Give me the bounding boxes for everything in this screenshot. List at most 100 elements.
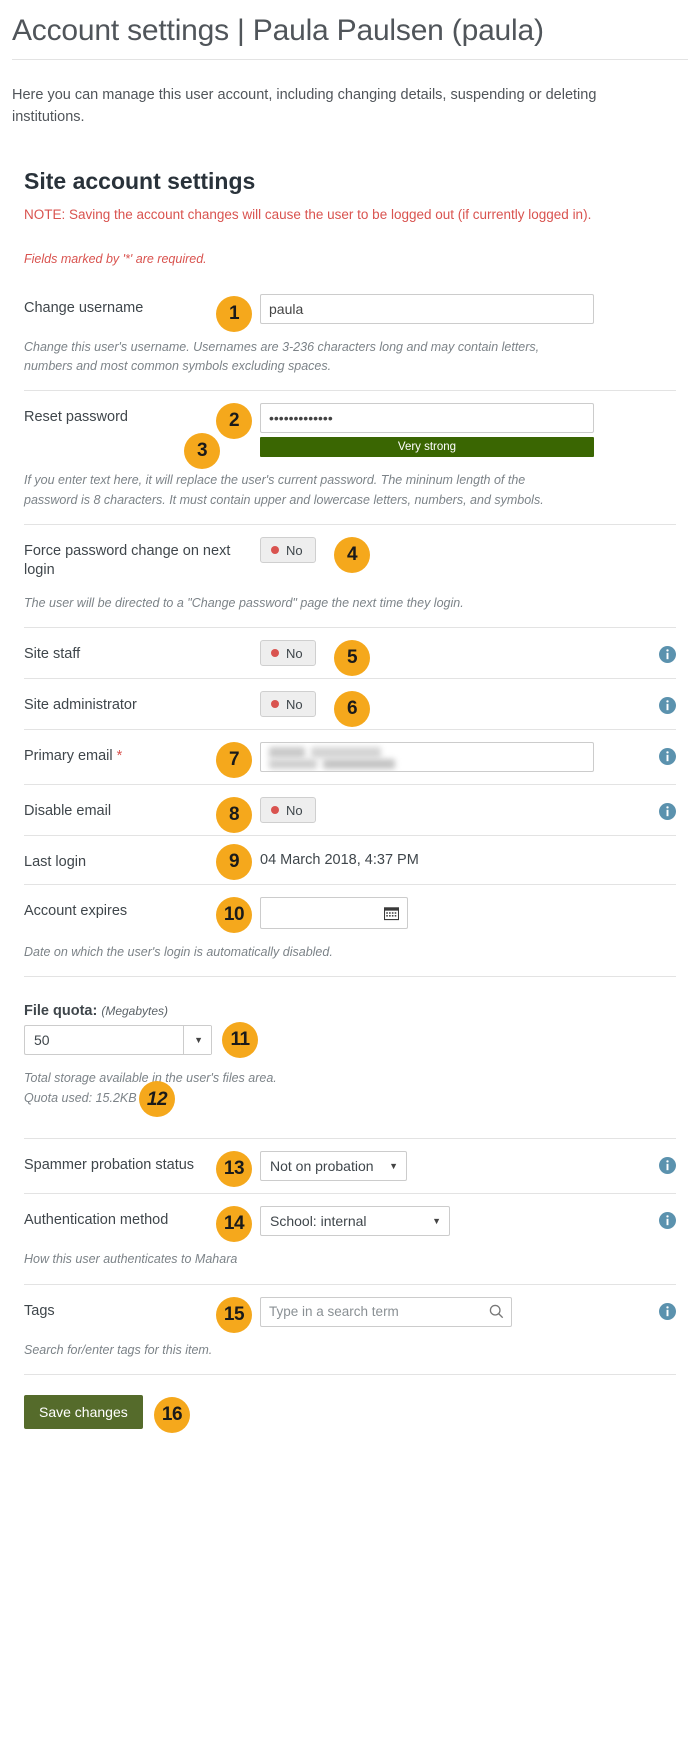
help-authentication-method: How this user authenticates to Mahara [24, 1252, 238, 1267]
row-spammer-probation: Spammer probation status 13 Not on proba… [24, 1138, 676, 1193]
row-file-quota: File quota: (Megabytes) 50 ▼ 11 Total st… [24, 976, 676, 1118]
info-icon[interactable] [659, 803, 676, 821]
help-change-username: Change this user's username. Usernames a… [24, 339, 540, 374]
logout-warning-note: NOTE: Saving the account changes will ca… [24, 207, 592, 223]
redaction-block [269, 759, 317, 770]
help-account-expires: Date on which the user's login is automa… [24, 945, 333, 960]
file-quota-units: (Megabytes) [101, 1004, 169, 1019]
site-account-settings-form: Site account settings NOTE: Saving the a… [24, 168, 676, 1455]
force-password-change-toggle[interactable]: No [260, 537, 316, 564]
control-reset-password: 2 3 Very strong [184, 403, 676, 470]
callout-badge-14: 14 [216, 1206, 252, 1243]
last-login-value: 04 March 2018, 4:37 PM [260, 852, 419, 869]
section-title: Site account settings [24, 168, 256, 195]
tags-search-input[interactable] [260, 1296, 512, 1327]
password-input[interactable] [260, 403, 594, 434]
control-spammer-probation: 13 Not on probation ▼ [216, 1151, 676, 1188]
authentication-method-value: School: internal [270, 1213, 367, 1230]
callout-badge-10: 10 [216, 897, 252, 934]
control-account-expires: 10 [216, 897, 676, 934]
authentication-method-select[interactable]: School: internal ▼ [260, 1206, 450, 1237]
row-account-expires: Account expires 10 [24, 884, 676, 941]
status-dot-icon [271, 700, 279, 709]
calendar-icon[interactable] [383, 905, 400, 921]
callout-badge-16: 16 [154, 1396, 190, 1433]
control-file-quota: 50 ▼ 11 [24, 1022, 676, 1059]
status-dot-icon [271, 546, 279, 555]
info-icon[interactable] [659, 748, 676, 766]
callout-badge-12: 12 [139, 1081, 175, 1118]
save-changes-button[interactable]: Save changes [24, 1394, 143, 1429]
search-icon[interactable] [489, 1304, 504, 1319]
callout-badge-1: 1 [216, 295, 252, 332]
help-file-quota-line1: Total storage available in the user's fi… [24, 1071, 277, 1086]
row-site-administrator: Site administrator No 6 [24, 678, 676, 729]
row-change-username: Change username 1 [24, 282, 676, 336]
spammer-probation-value: Not on probation [270, 1158, 374, 1175]
info-icon[interactable] [659, 1157, 676, 1175]
callout-badge-11: 11 [222, 1022, 258, 1059]
row-tags: Tags 15 [24, 1283, 676, 1339]
callout-badge-5: 5 [334, 640, 370, 677]
control-tags: 15 [216, 1296, 676, 1333]
callout-badge-8: 8 [216, 797, 252, 834]
row-site-staff: Site staff No 5 [24, 627, 676, 678]
file-quota-value: 50 [34, 1032, 50, 1049]
label-site-staff: Site staff [24, 646, 81, 663]
help-tags: Search for/enter tags for this item. [24, 1342, 213, 1357]
control-force-password-change: No 4 [260, 537, 676, 574]
toggle-value: No [286, 696, 303, 712]
tags-search-wrapper [260, 1296, 512, 1327]
info-icon[interactable] [659, 1212, 676, 1230]
callout-badge-4: 4 [334, 537, 370, 574]
required-asterisk: * [116, 748, 123, 765]
site-administrator-toggle[interactable]: No [260, 691, 316, 718]
callout-badge-3: 3 [184, 433, 220, 470]
row-primary-email: Primary email * 7 [24, 729, 676, 784]
page-title: Account settings | Paula Paulsen (paula) [12, 14, 544, 47]
callout-badge-6: 6 [334, 691, 370, 728]
chevron-down-icon: ▼ [183, 1026, 212, 1055]
account-expires-input[interactable] [260, 897, 408, 930]
control-disable-email: 8 No [216, 797, 676, 834]
info-icon[interactable] [659, 1302, 676, 1320]
chevron-down-icon: ▼ [389, 1161, 398, 1172]
control-site-staff: No 5 [260, 640, 676, 677]
control-authentication-method: 14 School: internal ▼ [216, 1206, 676, 1243]
site-staff-toggle[interactable]: No [260, 640, 316, 667]
control-last-login: 9 04 March 2018, 4:37 PM [216, 844, 676, 881]
title-divider [12, 58, 688, 60]
toggle-value: No [286, 645, 303, 661]
required-fields-note: Fields marked by '*' are required. [24, 251, 207, 266]
control-primary-email: 7 [216, 742, 676, 779]
quota-used-text: Quota used: 15.2KB [24, 1090, 137, 1105]
row-disable-email: Disable email 8 No [24, 784, 676, 835]
control-change-username: 1 [216, 293, 676, 332]
toggle-value: No [286, 542, 303, 558]
row-force-password-change: Force password change on next login No 4 [24, 524, 676, 592]
label-text: Primary email [24, 748, 113, 765]
redaction-block [323, 759, 395, 770]
password-field-group: Very strong [260, 403, 594, 458]
help-force-password-change: The user will be directed to a "Change p… [24, 595, 464, 610]
label-site-administrator: Site administrator [24, 697, 137, 714]
row-reset-password: Reset password 2 3 Very strong [24, 390, 676, 470]
file-quota-select[interactable]: 50 ▼ [24, 1025, 212, 1056]
status-dot-icon [271, 649, 279, 658]
status-dot-icon [271, 806, 279, 815]
callout-badge-15: 15 [216, 1296, 252, 1333]
disable-email-toggle[interactable]: No [260, 797, 316, 824]
page-header: Account settings | Paula Paulsen (paula) [0, 0, 700, 70]
username-input[interactable] [260, 293, 594, 324]
callout-badge-2: 2 [216, 403, 252, 440]
toggle-value: No [286, 802, 303, 818]
label-file-quota: File quota: (Megabytes) [24, 1003, 676, 1019]
primary-email-input[interactable] [260, 742, 594, 773]
row-save: Save changes 16 [24, 1373, 676, 1455]
info-icon[interactable] [659, 646, 676, 664]
row-authentication-method: Authentication method 14 School: interna… [24, 1193, 676, 1248]
password-strength-bar: Very strong [260, 437, 594, 458]
info-icon[interactable] [659, 697, 676, 715]
spammer-probation-select[interactable]: Not on probation ▼ [260, 1151, 407, 1182]
help-reset-password: If you enter text here, it will replace … [24, 473, 544, 507]
